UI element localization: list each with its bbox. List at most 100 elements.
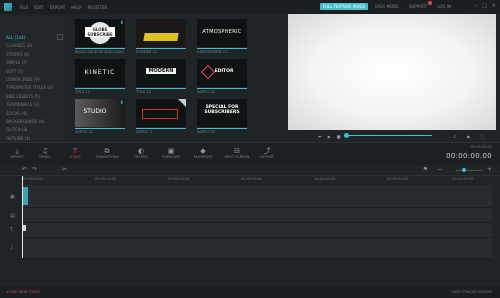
support-button[interactable]: SUPPORT (406, 1, 433, 10)
download-icon[interactable]: ⬇ (120, 20, 124, 26)
preview-scrubber[interactable] (346, 135, 432, 136)
category-item[interactable]: STRIPES (6) (6, 51, 53, 59)
thumbnail-underline (75, 88, 125, 89)
marker-icon[interactable]: ⚑ (423, 166, 428, 173)
timeline-ruler[interactable]: 00:00:00:00 00:00:10:00 00:00:20:00 00:0… (22, 176, 492, 184)
menu-register[interactable]: REGISTER (87, 5, 107, 10)
zoom-slider-handle[interactable] (462, 168, 466, 172)
category-item[interactable]: CLASSICS (8) (6, 42, 53, 50)
video-track[interactable] (22, 185, 492, 208)
full-feature-mode-button[interactable]: FULL FEATURE MODE (319, 3, 369, 10)
elements-tool[interactable]: ◆ ELEMENTS (188, 147, 218, 159)
import-icon: ⤓ (15, 147, 19, 155)
media-icon: ♫ (41, 147, 49, 155)
split-screen-icon: ⊟ (234, 147, 240, 155)
thumbnail-caption: SIMPLE 02 (75, 130, 94, 134)
category-item[interactable]: SOCIAL (6) (6, 110, 53, 118)
fullscreen-icon[interactable]: ⛶ (481, 134, 484, 139)
minimize-icon[interactable]: – (475, 3, 478, 9)
previous-frame-icon[interactable]: ⏮ (318, 134, 322, 139)
thumbnail-underline (136, 88, 186, 89)
overlays-tool[interactable]: ▣ OVERLAYS (156, 147, 186, 159)
title-thumbnail[interactable]: SUMMER 03 (136, 19, 186, 55)
zoom-in-icon[interactable]: + (487, 166, 492, 173)
notification-badge (428, 1, 433, 5)
main-menu: FILE EDIT EXPORT HELP REGISTER (20, 5, 107, 10)
title-thumbnail[interactable]: GLOBE SUBSCRIBE ⬇ MUSIC BACKGROUND LOGO (75, 19, 125, 55)
title-thumbnail[interactable]: EDITOR SIMPLE 02 (197, 59, 247, 95)
category-item[interactable]: SOFT (5) (6, 68, 53, 76)
login-button[interactable]: LOG IN (434, 3, 454, 10)
easy-mode-button[interactable]: EASY MODE (372, 3, 402, 10)
download-icon[interactable]: ⬇ (120, 100, 124, 106)
tool-label: OVERLAYS (161, 155, 181, 159)
category-item[interactable]: ALL (144) (6, 34, 53, 42)
title-thumbnail[interactable]: SIMPLE 3 (136, 99, 186, 135)
import-tool[interactable]: ⤓ IMPORT (2, 147, 32, 159)
ruler-tick: 00:00:20:00 (168, 177, 190, 181)
title-library: GLOBE SUBSCRIBE ⬇ MUSIC BACKGROUND LOGO … (70, 16, 280, 141)
snapshot-icon[interactable]: ◉ (467, 134, 471, 139)
thumbnail-caption: ATMOSPHERIC 03 (197, 50, 228, 54)
filters-tool[interactable]: ◐ FILTERS (126, 147, 156, 159)
title-thumbnail[interactable]: SPECIAL FOR SUBSCRIBERS SIMPLE 05 (197, 99, 247, 135)
overlay-track[interactable] (22, 208, 492, 223)
audio-track[interactable] (22, 238, 492, 259)
zoom-slider[interactable] (456, 170, 482, 171)
category-item[interactable]: END CREDITS (5) (6, 93, 53, 101)
title-thumbnail[interactable]: MODERN TITLE 15 (136, 59, 186, 95)
category-item[interactable]: LOWER 3RDS (9) (6, 76, 53, 84)
category-item[interactable]: SIMPLE (7) (6, 59, 53, 67)
cut-icon[interactable]: ✂ (62, 166, 67, 173)
support-label: SUPPORT (408, 4, 428, 9)
title-thumbnail[interactable]: KINETIC TITLE 15 (75, 59, 125, 95)
timeline-tracks: ▣ ▤ T ♪ (0, 185, 500, 259)
title-track-icon: T (10, 227, 14, 233)
timeline-toolbar: ↶ ↷ ✂ ⚑ − + (0, 165, 500, 176)
thumbnail-caption: TITLE 15 (136, 90, 152, 94)
close-icon[interactable]: × (492, 3, 496, 9)
title-thumbnail[interactable]: ATMOSPHERIC ATMOSPHERIC 03 (197, 19, 247, 55)
zoom-out-icon[interactable]: − (437, 166, 442, 173)
collapse-sidebar-icon[interactable] (57, 34, 63, 40)
thumbnail-caption: SUMMER 03 (136, 50, 158, 54)
menu-help[interactable]: HELP (71, 5, 81, 10)
titles-tool[interactable]: T TITLES (60, 147, 90, 159)
timeline-playhead[interactable] (22, 176, 23, 258)
category-item[interactable]: TYPEWRITER TITLES (4) (6, 84, 53, 92)
title-thumbnail[interactable]: STUDIO ⬇ SIMPLE 02 (75, 99, 125, 135)
scrubber-handle[interactable] (344, 133, 349, 138)
ruler-tick: 00:00:10:00 (95, 177, 117, 181)
redo-icon[interactable]: ↷ (32, 166, 37, 173)
thumbnail-text: EDITOR (214, 69, 234, 74)
thumbnail-image (136, 99, 186, 127)
tool-label: EXPORT (260, 155, 274, 159)
export-icon: ⤴ (263, 147, 271, 155)
menu-file[interactable]: FILE (20, 5, 28, 10)
menu-export[interactable]: EXPORT (49, 5, 65, 10)
tool-label: MEDIA (39, 155, 51, 159)
thumbnail-text: SPECIAL FOR SUBSCRIBERS (204, 105, 240, 115)
add-track-button[interactable]: ⊕ ADD NEW TRACK (6, 290, 40, 294)
video-preview[interactable] (288, 14, 496, 130)
media-tool[interactable]: ♫ MEDIA (30, 147, 60, 159)
transitions-icon: ⧉ (104, 147, 110, 155)
stop-icon[interactable]: ■ (337, 134, 341, 139)
thumbnail-image: MODERN (136, 59, 186, 87)
transitions-tool[interactable]: ⧉ TRANSITIONS (92, 147, 122, 159)
menu-edit[interactable]: EDIT (34, 5, 43, 10)
volume-icon[interactable]: ♪ (453, 134, 456, 139)
maximize-icon[interactable]: □ (482, 3, 487, 9)
split-screen-tool[interactable]: ⊟ SPLIT SCREEN (222, 147, 252, 159)
category-item[interactable]: THUMBNAILS (3) (6, 101, 53, 109)
category-item[interactable]: BACKGROUNDS (4) (6, 118, 53, 126)
undo-icon[interactable]: ↶ (22, 166, 27, 173)
category-item[interactable]: GLITCH (3) (6, 126, 53, 134)
thumbnail-image: SPECIAL FOR SUBSCRIBERS (197, 99, 247, 127)
play-icon[interactable]: ▶ (328, 134, 331, 139)
corner-fold-graphic (178, 99, 186, 107)
thumbnail-caption: SIMPLE 02 (197, 90, 216, 94)
tool-label: TRANSITIONS (95, 155, 119, 159)
export-tool[interactable]: ⤴ EXPORT (252, 147, 282, 159)
title-track[interactable] (22, 223, 492, 238)
